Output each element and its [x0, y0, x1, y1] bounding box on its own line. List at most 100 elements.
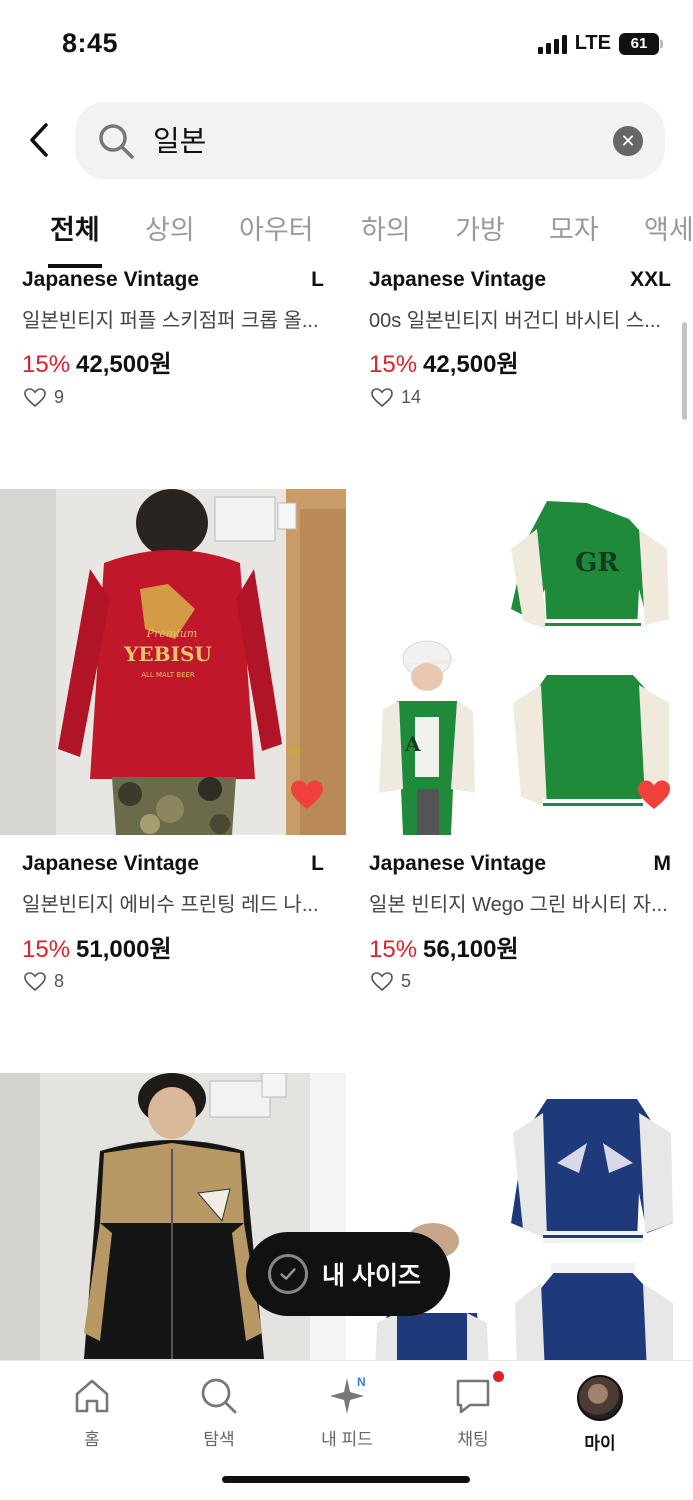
- product-likes[interactable]: 9: [24, 387, 64, 408]
- chevron-left-icon: [30, 123, 48, 157]
- product-price: 56,100원: [423, 936, 519, 963]
- search-header: ✕: [0, 100, 693, 180]
- close-icon: ✕: [620, 130, 636, 151]
- product-price: 51,000원: [76, 936, 172, 963]
- search-box[interactable]: ✕: [75, 102, 665, 179]
- battery-icon: 61: [619, 32, 663, 55]
- feed-new-badge: N: [357, 1375, 366, 1389]
- nav-home-label: 홈: [84, 1430, 100, 1449]
- chat-unread-dot: [493, 1371, 504, 1382]
- product-title: 00s 일본빈티지 버건디 바시티 스...: [369, 310, 661, 332]
- nav-explore[interactable]: 탐색: [169, 1375, 269, 1455]
- product-price-row: 15% 56,100원: [369, 929, 519, 964]
- nav-home[interactable]: 홈: [42, 1375, 142, 1455]
- chat-bubble-icon: [456, 1379, 490, 1414]
- category-tabs: 전체 상의 아우터 하의 가방 모자 액세: [0, 208, 693, 268]
- product-discount: 15%: [22, 351, 71, 378]
- product-price: 42,500원: [423, 351, 519, 378]
- svg-text:GR: GR: [575, 548, 619, 578]
- signal-icon: [537, 34, 567, 54]
- product-size: L: [311, 852, 324, 875]
- heart-filled-icon[interactable]: [290, 779, 324, 811]
- product-brand: Japanese Vintage: [369, 268, 547, 291]
- check-circle-icon: [268, 1254, 308, 1294]
- product-brand: Japanese Vintage: [22, 268, 200, 291]
- tab-outer[interactable]: 아우터: [239, 208, 314, 268]
- battery-level: 61: [630, 35, 648, 52]
- back-button[interactable]: [18, 118, 62, 162]
- nav-my-label: 마이: [584, 1434, 616, 1453]
- home-icon: [75, 1379, 109, 1413]
- product-card[interactable]: [347, 1073, 693, 1360]
- like-count: 14: [401, 387, 422, 407]
- heart-outline-icon: [371, 971, 393, 991]
- product-image[interactable]: Premium YEBISU ALL MALT BEER: [0, 489, 346, 835]
- search-input[interactable]: [153, 116, 593, 162]
- product-grid: Japanese Vintage L 일본빈티지 퍼플 스키점퍼 크롭 올...…: [0, 268, 693, 1360]
- product-brand: Japanese Vintage: [369, 852, 547, 875]
- product-title: 일본빈티지 퍼플 스키점퍼 크롭 올...: [22, 310, 319, 332]
- like-count: 9: [54, 387, 65, 407]
- my-size-button[interactable]: 내 사이즈: [246, 1232, 450, 1316]
- nav-chat[interactable]: 채팅: [423, 1371, 523, 1455]
- product-photo-black-tan-jacket: [0, 1073, 346, 1360]
- product-image[interactable]: [347, 1073, 693, 1360]
- nav-feed-label: 내 피드: [321, 1430, 373, 1449]
- heart-filled-icon[interactable]: [637, 779, 671, 811]
- product-likes[interactable]: 14: [371, 387, 421, 408]
- nav-chat-label: 채팅: [457, 1430, 489, 1449]
- nav-feed[interactable]: N 내 피드: [297, 1375, 397, 1455]
- my-size-label: 내 사이즈: [322, 1262, 421, 1290]
- search-icon: [201, 1378, 237, 1414]
- product-title: 일본 빈티지 Wego 그린 바시티 자...: [369, 894, 668, 916]
- nav-my[interactable]: 마이: [550, 1375, 650, 1455]
- search-icon: [99, 124, 134, 159]
- product-card[interactable]: Japanese Vintage XXL 00s 일본빈티지 버건디 바시티 스…: [347, 268, 693, 458]
- tab-hats[interactable]: 모자: [549, 208, 599, 268]
- heart-outline-icon: [24, 971, 46, 991]
- product-discount: 15%: [22, 936, 71, 963]
- avatar: [577, 1375, 623, 1421]
- product-title: 일본빈티지 에비수 프린팅 레드 나...: [22, 894, 319, 916]
- product-size: M: [653, 852, 672, 875]
- product-price-row: 15% 51,000원: [22, 929, 172, 964]
- heart-outline-icon: [24, 387, 46, 407]
- tab-accessories[interactable]: 액세: [644, 208, 693, 268]
- tab-bottoms[interactable]: 하의: [361, 208, 411, 268]
- network-label: LTE: [574, 32, 611, 54]
- nav-explore-label: 탐색: [203, 1430, 235, 1449]
- tab-all[interactable]: 전체: [48, 208, 102, 268]
- print-premium: Premium: [146, 627, 198, 640]
- status-indicators: LTE 61: [537, 32, 663, 55]
- product-image[interactable]: GR A: [347, 489, 693, 835]
- product-size: XXL: [630, 268, 671, 291]
- heart-outline-icon: [371, 387, 393, 407]
- print-yebisu: YEBISU: [123, 642, 212, 666]
- product-card[interactable]: Premium YEBISU ALL MALT BEER Japanese Vi…: [0, 489, 346, 1009]
- product-card[interactable]: [0, 1073, 346, 1360]
- status-time: 8:45: [62, 28, 119, 58]
- home-indicator[interactable]: [222, 1476, 470, 1483]
- clear-search-button[interactable]: ✕: [613, 126, 643, 156]
- tab-tops[interactable]: 상의: [145, 208, 195, 268]
- product-price-row: 15% 42,500원: [369, 344, 519, 379]
- svg-text:A: A: [404, 732, 421, 756]
- product-price-row: 15% 42,500원: [22, 344, 172, 379]
- product-card[interactable]: GR A Japanese Vintage M 일본 빈티지 Wego 그린 바…: [347, 489, 693, 1009]
- product-discount: 15%: [369, 351, 418, 378]
- product-price: 42,500원: [76, 351, 172, 378]
- status-bar: 8:45 LTE 61: [0, 0, 693, 88]
- product-photo-navy-souvenir-jacket: [347, 1073, 693, 1360]
- print-all-malt-beer: ALL MALT BEER: [141, 671, 195, 679]
- product-size: L: [311, 268, 324, 291]
- scrollbar[interactable]: [682, 322, 687, 420]
- product-image[interactable]: [0, 1073, 346, 1360]
- tab-bags[interactable]: 가방: [455, 208, 505, 268]
- product-brand: Japanese Vintage: [22, 852, 200, 875]
- product-discount: 15%: [369, 936, 418, 963]
- like-count: 8: [54, 971, 65, 991]
- like-count: 5: [401, 971, 412, 991]
- product-likes[interactable]: 5: [371, 971, 411, 992]
- product-likes[interactable]: 8: [24, 971, 64, 992]
- product-card[interactable]: Japanese Vintage L 일본빈티지 퍼플 스키점퍼 크롭 올...…: [0, 268, 346, 458]
